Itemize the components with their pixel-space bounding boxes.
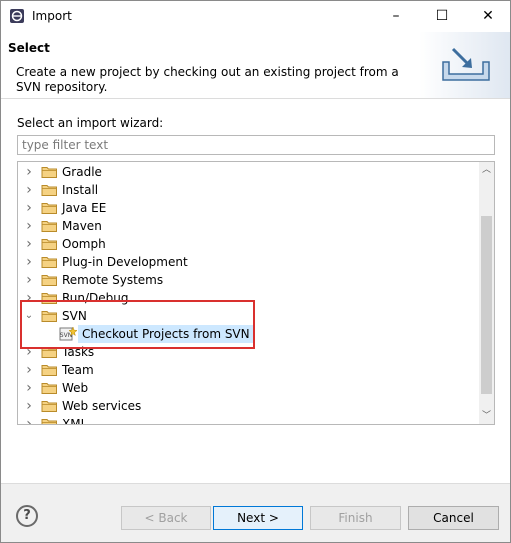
tree-item-label: Oomph [62, 237, 106, 251]
scroll-up-icon[interactable]: ︿ [479, 162, 494, 178]
wizard-header: Select Create a new project by checking … [1, 32, 510, 99]
tree-item-label: SVN [62, 309, 87, 323]
chevron-right-icon[interactable]: › [23, 254, 35, 270]
tree-item-checkout-projects-from-svn[interactable]: SVN Checkout Projects from SVN [18, 325, 478, 343]
folder-icon [41, 291, 58, 305]
tree-item-tasks[interactable]: › Tasks [18, 343, 478, 361]
tree-item-label: Web services [62, 399, 142, 413]
page-title: Select [8, 41, 50, 55]
wizard-tree-items: › Gradle › Install › Java EE › Maven › Oomph › Plug… [18, 162, 478, 424]
next-button[interactable]: Next > [213, 506, 303, 530]
tree-item-label: Gradle [62, 165, 102, 179]
chevron-down-icon[interactable]: ⌄ [23, 308, 35, 324]
tree-item-label: XML [62, 417, 88, 424]
folder-icon [41, 309, 58, 323]
import-dialog: Import – ☐ ✕ Select Create a new project… [0, 0, 511, 543]
tree-scrollbar[interactable]: ︿ ﹀ [479, 162, 494, 424]
tree-item-run-debug[interactable]: › Run/Debug [18, 289, 478, 307]
tree-item-web[interactable]: › Web [18, 379, 478, 397]
tree-item-plug-in-development[interactable]: › Plug-in Development [18, 253, 478, 271]
tree-item-xml[interactable]: › XML [18, 415, 478, 424]
tree-item-gradle[interactable]: › Gradle [18, 163, 478, 181]
svn-checkout-icon: SVN [59, 326, 78, 342]
folder-icon [41, 219, 58, 233]
chevron-right-icon[interactable]: › [23, 290, 35, 306]
tree-item-svn[interactable]: ⌄ SVN [18, 307, 478, 325]
tree-item-label: Remote Systems [62, 273, 164, 287]
cancel-button[interactable]: Cancel [408, 506, 499, 530]
help-icon[interactable]: ? [16, 505, 38, 527]
folder-icon [41, 273, 58, 287]
maximize-button[interactable]: ☐ [419, 1, 465, 31]
folder-icon [41, 381, 58, 395]
tree-item-label: Checkout Projects from SVN [78, 325, 254, 343]
window-title: Import [32, 9, 72, 23]
eclipse-app-icon [10, 9, 24, 23]
folder-icon [41, 345, 58, 359]
folder-icon [41, 417, 58, 424]
tree-item-oomph[interactable]: › Oomph [18, 235, 478, 253]
folder-icon [41, 165, 58, 179]
tree-item-remote-systems[interactable]: › Remote Systems [18, 271, 478, 289]
chevron-right-icon[interactable]: › [23, 182, 35, 198]
chevron-right-icon[interactable]: › [23, 272, 35, 288]
chevron-right-icon[interactable]: › [23, 344, 35, 360]
page-description: Create a new project by checking out an … [16, 65, 399, 94]
title-bar: Import – ☐ ✕ [1, 1, 510, 32]
tree-item-install[interactable]: › Install [18, 181, 478, 199]
chevron-right-icon[interactable]: › [23, 398, 35, 414]
chevron-right-icon[interactable]: › [23, 362, 35, 378]
tree-item-label: Maven [62, 219, 102, 233]
svg-text:SVN: SVN [60, 332, 72, 339]
chevron-right-icon[interactable]: › [23, 380, 35, 396]
chevron-right-icon[interactable]: › [23, 416, 35, 424]
tree-item-label: Install [62, 183, 99, 197]
folder-icon [41, 399, 58, 413]
minimize-button[interactable]: – [373, 1, 419, 31]
chevron-right-icon[interactable]: › [23, 164, 35, 180]
tree-item-maven[interactable]: › Maven [18, 217, 478, 235]
wizard-prompt: Select an import wizard: [17, 116, 164, 130]
filter-input[interactable] [17, 135, 495, 155]
close-button[interactable]: ✕ [465, 1, 510, 31]
chevron-right-icon[interactable]: › [23, 236, 35, 252]
tree-item-label: Tasks [62, 345, 95, 359]
scroll-thumb[interactable] [481, 216, 492, 394]
folder-icon [41, 237, 58, 251]
tree-item-label: Java EE [62, 201, 107, 215]
folder-icon [41, 201, 58, 215]
folder-icon [41, 255, 58, 269]
tree-item-label: Plug-in Development [62, 255, 188, 269]
tree-item-label: Run/Debug [62, 291, 129, 305]
tree-item-web-services[interactable]: › Web services [18, 397, 478, 415]
button-bar: ? < Back Next > Finish Cancel [1, 483, 510, 542]
chevron-right-icon[interactable]: › [23, 200, 35, 216]
tree-item-java-ee[interactable]: › Java EE [18, 199, 478, 217]
tree-item-label: Team [62, 363, 94, 377]
back-button[interactable]: < Back [121, 506, 211, 530]
scroll-down-icon[interactable]: ﹀ [479, 408, 494, 424]
import-banner-icon [419, 32, 510, 98]
wizard-tree[interactable]: › Gradle › Install › Java EE › Maven › Oomph › Plug… [17, 161, 495, 425]
finish-button[interactable]: Finish [310, 506, 401, 530]
folder-icon [41, 183, 58, 197]
tree-item-label: Web [62, 381, 89, 395]
folder-icon [41, 363, 58, 377]
chevron-right-icon[interactable]: › [23, 218, 35, 234]
tree-item-team[interactable]: › Team [18, 361, 478, 379]
